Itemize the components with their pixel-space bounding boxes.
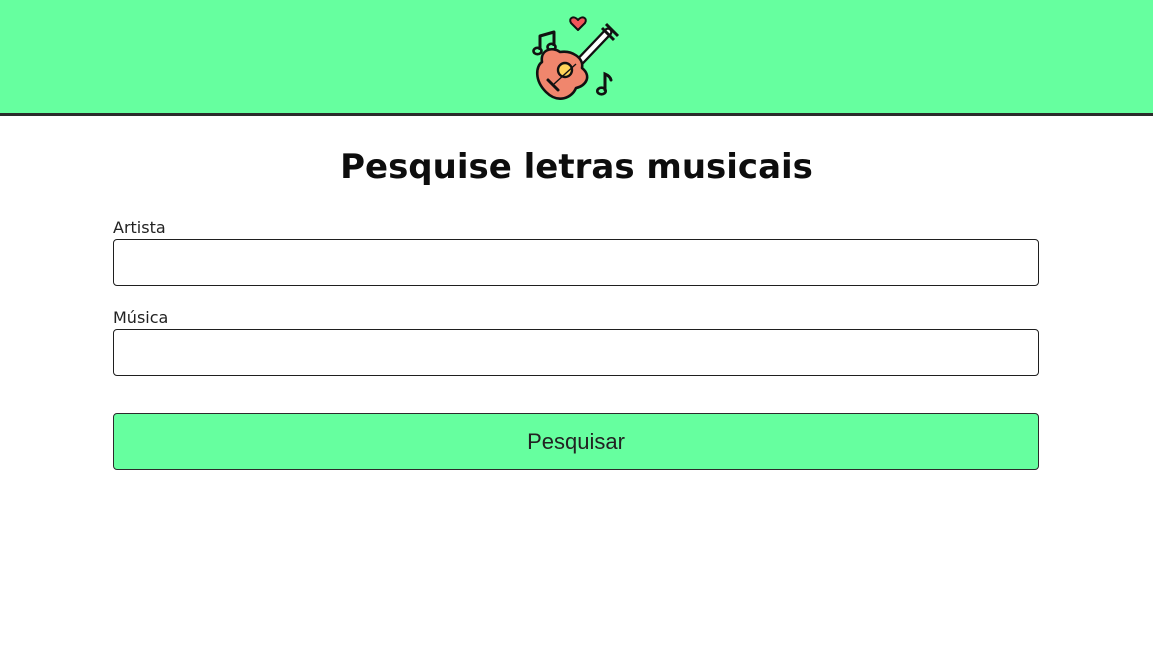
song-label: Música [113,308,169,327]
artist-label: Artista [113,218,166,237]
search-button[interactable]: Pesquisar [113,413,1039,470]
app-header [0,0,1153,116]
song-input[interactable] [113,329,1039,376]
page-title: Pesquise letras musicais [340,147,813,187]
guitar-logo-icon [532,16,620,100]
artist-input[interactable] [113,239,1039,286]
